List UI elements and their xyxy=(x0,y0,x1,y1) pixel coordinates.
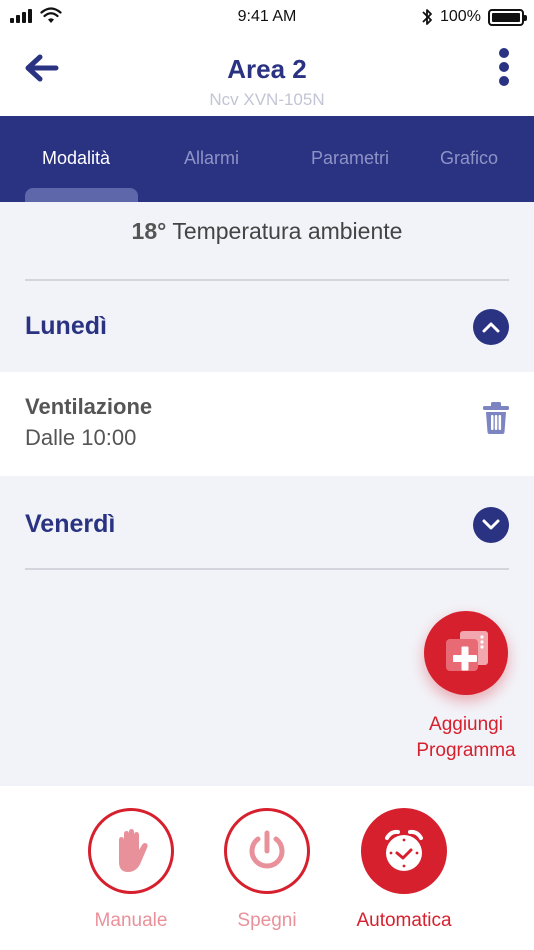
chevron-down-icon[interactable] xyxy=(473,507,509,543)
power-off-button[interactable] xyxy=(224,808,310,894)
tab-parametri[interactable]: Parametri xyxy=(311,148,389,169)
ambient-temperature-value: 18° xyxy=(131,218,167,244)
power-off-label[interactable]: Spegni xyxy=(207,910,327,932)
manual-mode-label[interactable]: Manuale xyxy=(71,910,191,932)
program-item[interactable]: Ventilazione Dalle 10:00 xyxy=(0,372,534,476)
status-bar: 9:41 AM 100% xyxy=(0,0,534,34)
clock-icon xyxy=(385,829,423,871)
automatic-mode-label[interactable]: Automatica xyxy=(344,910,464,932)
tab-allarmi[interactable]: Allarmi xyxy=(184,148,239,169)
tab-bar: Modalità Allarmi Parametri Grafico xyxy=(0,116,534,202)
divider xyxy=(25,568,509,570)
trash-icon[interactable] xyxy=(482,402,510,434)
day-header-friday[interactable]: Venerdì xyxy=(25,510,115,539)
power-icon xyxy=(249,830,285,869)
ambient-temperature-label: Temperatura ambiente xyxy=(172,218,403,244)
more-menu-icon[interactable] xyxy=(494,48,514,88)
divider xyxy=(25,279,509,281)
add-calendar-icon xyxy=(446,631,488,671)
ambient-temperature: 18° Temperatura ambiente xyxy=(0,218,534,245)
battery-icon xyxy=(488,9,527,26)
battery-percent: 100% xyxy=(440,8,481,25)
hand-icon xyxy=(119,829,148,872)
day-header-monday[interactable]: Lunedì xyxy=(25,312,107,341)
tab-grafico[interactable]: Grafico xyxy=(440,148,498,169)
header: Area 2 Ncv XVN-105N xyxy=(0,34,534,116)
page-title: Area 2 xyxy=(227,54,307,84)
add-program-label[interactable]: Aggiungi Programma xyxy=(396,712,534,764)
active-tab-indicator xyxy=(25,188,138,202)
add-program-label-line1: Aggiungi xyxy=(429,714,503,735)
manual-mode-button[interactable] xyxy=(88,808,174,894)
mode-bar: Manuale Spegni Automatica xyxy=(0,786,534,950)
program-time: Dalle 10:00 xyxy=(25,425,137,450)
automatic-mode-button[interactable] xyxy=(361,808,447,894)
tab-modalita[interactable]: Modalità xyxy=(42,148,110,169)
device-subtitle: Ncv XVN-105N xyxy=(209,90,325,109)
chevron-up-icon[interactable] xyxy=(473,309,509,345)
bluetooth-icon xyxy=(422,9,432,25)
program-name: Ventilazione xyxy=(25,394,153,419)
add-program-label-line2: Programma xyxy=(416,740,516,761)
add-program-button[interactable] xyxy=(424,611,508,695)
